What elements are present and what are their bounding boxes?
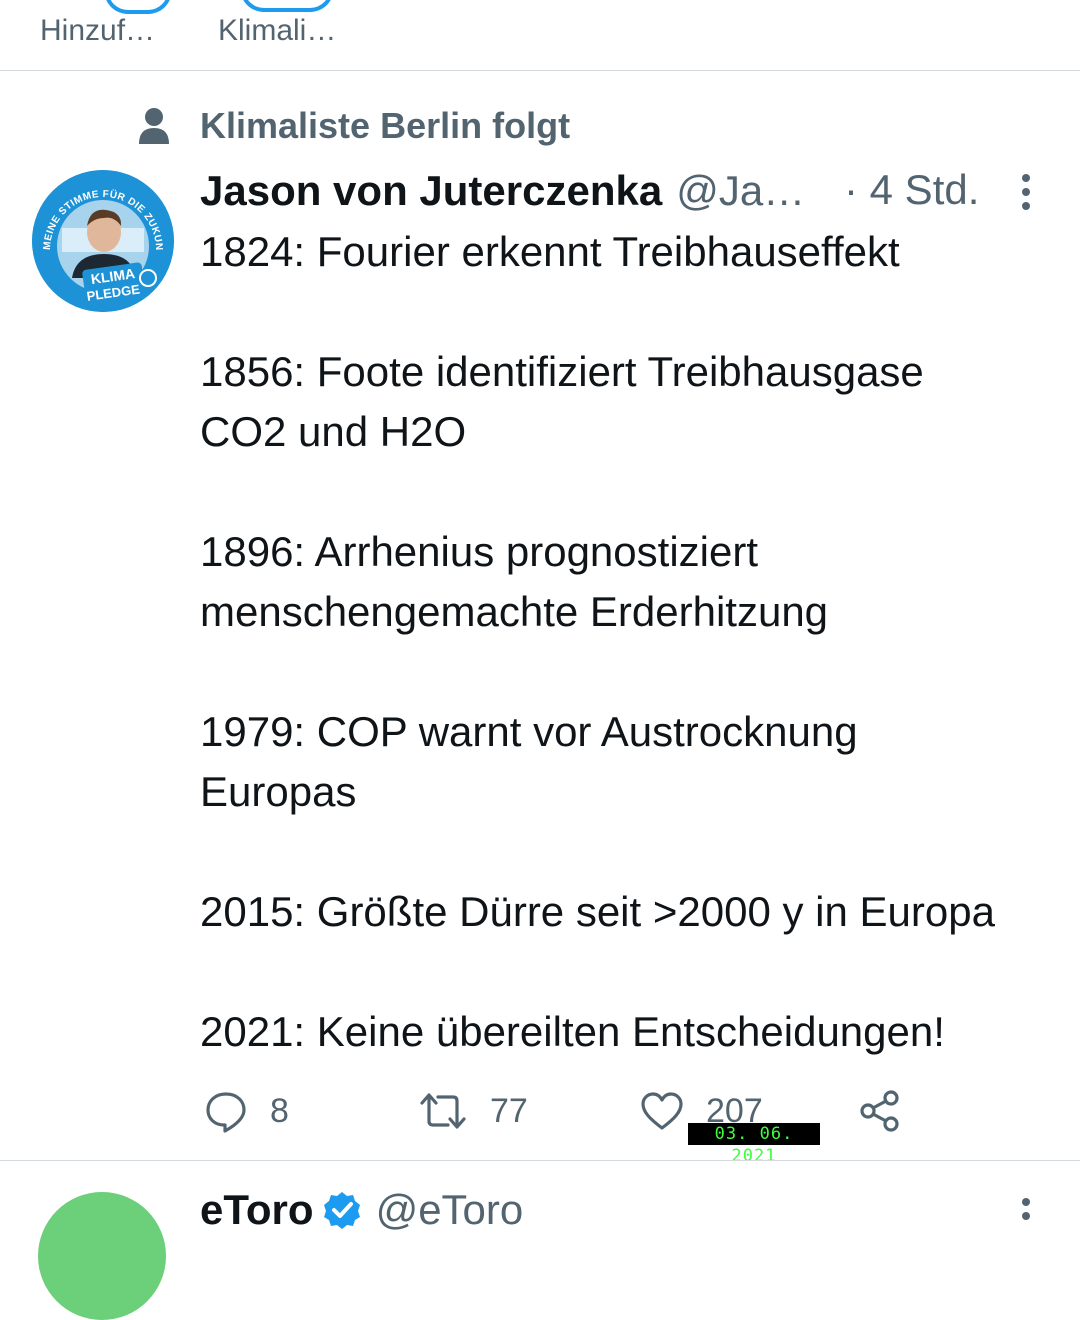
next-author-avatar[interactable] <box>38 1192 166 1320</box>
avatar-image: MEINE STIMME FÜR DIE ZUKUNFT KLIMA PLEDG… <box>32 170 174 312</box>
reply-count: 8 <box>270 1091 289 1130</box>
retweet-icon <box>420 1093 466 1129</box>
fleet-strip: Hinzuf… Klimali… <box>0 0 1080 71</box>
author-name[interactable]: Jason von Juterczenka <box>200 167 662 215</box>
tweet-text-line: 1856: Foote identifiziert Treibhausgase <box>200 348 924 395</box>
tweet-text-line: 2021: Keine übereilten Entscheidungen! <box>200 1008 945 1055</box>
tweet-text-line: menschengemachte Erderhitzung <box>200 588 829 635</box>
tweet-text-line: 2015: Größte Dürre seit >2000 y in Europ… <box>200 888 995 935</box>
reply-button[interactable]: 8 <box>204 1086 289 1136</box>
more-options-icon[interactable] <box>1016 170 1036 210</box>
next-tweet-header: eToro @eToro <box>200 1186 523 1234</box>
person-icon <box>139 108 169 144</box>
social-context[interactable]: Klimaliste Berlin folgt <box>138 104 570 148</box>
tweet-text-line: CO2 und H2O <box>200 408 467 455</box>
next-author-name[interactable]: eToro <box>200 1186 314 1234</box>
tweet-text-line: 1979: COP warnt vor Austrocknung <box>200 708 858 755</box>
social-context-text: Klimaliste Berlin folgt <box>200 105 571 146</box>
share-icon <box>860 1090 899 1132</box>
author-avatar[interactable]: MEINE STIMME FÜR DIE ZUKUNFT KLIMA PLEDG… <box>32 170 174 312</box>
fleet-label: Klimali… <box>218 14 337 47</box>
photo-datestamp: 03. 06. 2021 <box>688 1123 820 1166</box>
retweet-count: 77 <box>490 1091 528 1130</box>
tweet-text: 1824: Fourier erkennt Treibhauseffekt 185… <box>200 222 1060 1062</box>
verified-badge-icon <box>323 1192 360 1229</box>
tweet-text-line: 1896: Arrhenius prognostiziert <box>200 528 758 575</box>
retweet-button[interactable]: 77 <box>418 1086 528 1136</box>
share-button[interactable] <box>858 1086 902 1136</box>
tweet-header: Jason von Juterczenka @Ja… · 4 Std. <box>200 166 979 216</box>
tweet-actions: 8 77 207 <box>0 1086 1080 1136</box>
tweet-timestamp[interactable]: · 4 Std. <box>844 166 979 214</box>
next-author-handle[interactable]: @eToro <box>376 1186 524 1234</box>
tweet-divider <box>0 1160 1080 1161</box>
tweet-text-line: Europas <box>200 768 357 815</box>
fleet-label: Hinzuf… <box>40 14 156 47</box>
heart-icon <box>641 1092 683 1130</box>
tweet-text-line: 1824: Fourier erkennt Treibhauseffekt <box>200 228 900 275</box>
fleet-avatar-ring <box>240 0 334 12</box>
add-fleet-icon <box>104 0 172 14</box>
reply-icon <box>206 1092 246 1133</box>
author-handle[interactable]: @Ja… <box>676 167 805 215</box>
